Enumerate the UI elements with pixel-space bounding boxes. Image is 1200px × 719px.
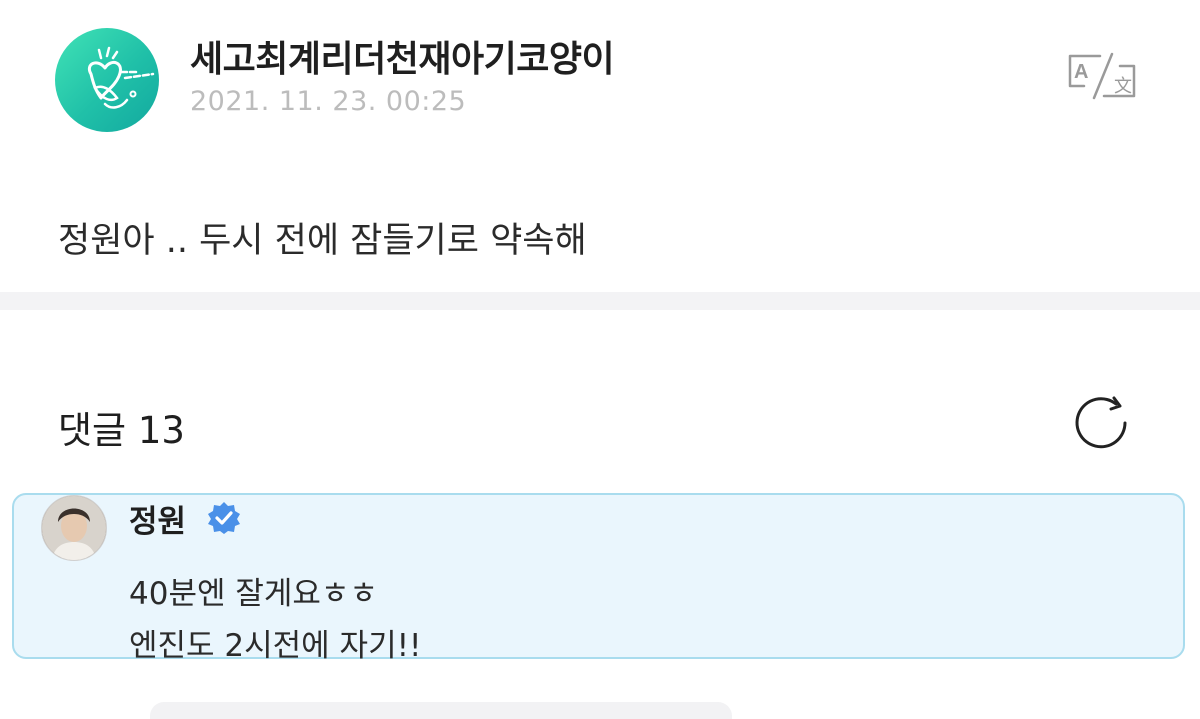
post-author-name[interactable]: 세고최계리더천재아기코양이 xyxy=(190,30,615,82)
post-detail-screen: 세고최계리더천재아기코양이 2021. 11. 23. 00:25 A 文 정원… xyxy=(0,0,1200,719)
translate-button[interactable]: A 文 xyxy=(1064,50,1140,102)
comments-count-heading: 댓글 13 xyxy=(58,409,185,452)
refresh-icon xyxy=(1075,396,1127,449)
commenter-avatar[interactable] xyxy=(41,495,107,561)
next-comment-preview[interactable] xyxy=(150,702,732,719)
comment-text-line: 엔진도 2시전에 자기!! xyxy=(129,628,422,664)
section-divider xyxy=(0,292,1200,310)
translate-icon: A 文 xyxy=(1068,52,1136,100)
profile-photo xyxy=(42,496,106,560)
post-body-text: 정원아 .. 두시 전에 잠들기로 약속해 xyxy=(58,221,587,261)
comment-author-name[interactable]: 정원 xyxy=(129,496,186,541)
comment-text-line: 40분엔 잘게요ㅎㅎ xyxy=(129,576,378,612)
post-timestamp: 2021. 11. 23. 00:25 xyxy=(190,86,467,117)
verified-badge-icon xyxy=(207,501,241,535)
author-avatar[interactable] xyxy=(55,28,159,132)
translate-latin-glyph: A xyxy=(1074,61,1088,83)
translate-target-glyph: 文 xyxy=(1114,76,1132,97)
highlighted-comment[interactable]: 정원 40분엔 잘게요ㅎㅎ 엔진도 2시전에 자기!! xyxy=(12,493,1185,664)
scribble-heart-avatar-icon xyxy=(88,46,155,109)
refresh-comments-button[interactable] xyxy=(1070,392,1132,454)
